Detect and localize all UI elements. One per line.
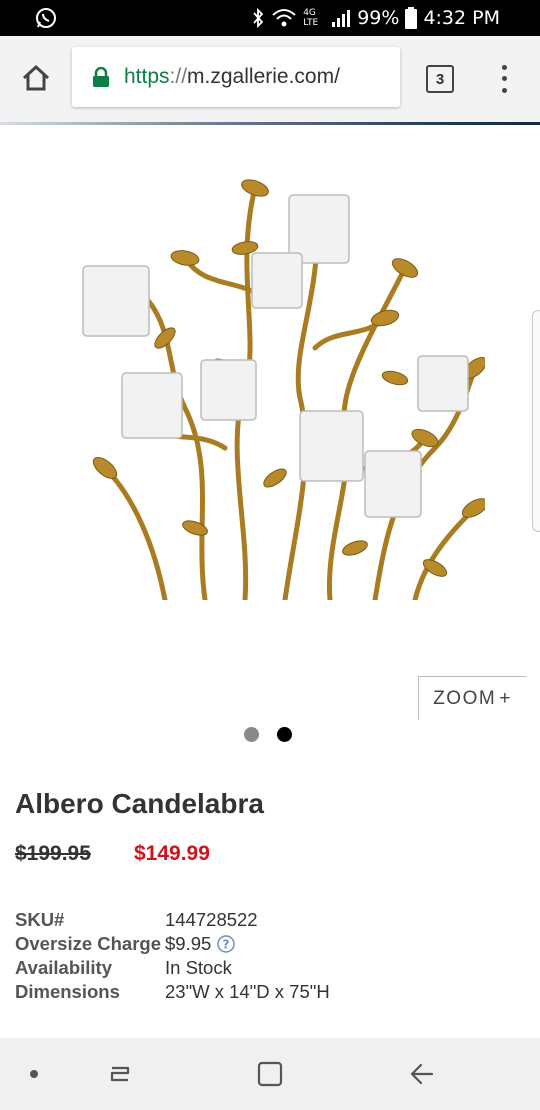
overflow-menu-button[interactable] bbox=[494, 62, 514, 96]
battery-icon bbox=[405, 7, 418, 29]
battery-percent: 99% bbox=[357, 7, 400, 29]
detail-row-dimensions: Dimensions 23"W x 14"D x 75"H bbox=[15, 980, 330, 1004]
back-button[interactable] bbox=[402, 1038, 442, 1110]
site-header-strip bbox=[0, 122, 540, 125]
detail-value: In Stock bbox=[165, 957, 232, 978]
detail-row-oversize: Oversize Charge $9.95 ? bbox=[15, 932, 330, 956]
home-icon bbox=[22, 64, 50, 91]
original-price: $199.95 bbox=[15, 842, 91, 865]
whatsapp-icon bbox=[36, 8, 56, 28]
product-title: Albero Candelabra bbox=[15, 788, 264, 819]
signal-icon bbox=[332, 10, 351, 27]
carousel-dot-2[interactable] bbox=[277, 727, 292, 742]
carousel-dot-1[interactable] bbox=[244, 727, 259, 742]
tab-count: 3 bbox=[435, 70, 445, 88]
menu-dot-icon bbox=[501, 76, 507, 82]
detail-value: 23"W x 14"D x 75"H bbox=[165, 981, 330, 1002]
home-button[interactable] bbox=[18, 60, 54, 96]
product-image[interactable] bbox=[75, 148, 485, 600]
help-icon[interactable]: ? bbox=[217, 935, 236, 953]
zoom-button[interactable]: ZOOM + bbox=[418, 676, 526, 720]
detail-label: SKU# bbox=[15, 909, 65, 930]
browser-toolbar: https://m.zgallerie.com/ 3 bbox=[0, 36, 540, 122]
url-host: m.zgallerie.com/ bbox=[187, 65, 340, 88]
detail-value: 144728522 bbox=[165, 909, 258, 930]
back-icon bbox=[410, 1063, 434, 1085]
detail-label: Oversize Charge bbox=[15, 933, 162, 954]
detail-label: Availability bbox=[15, 957, 112, 978]
home-square-icon bbox=[257, 1061, 283, 1087]
menu-dot-icon bbox=[501, 87, 507, 93]
detail-value: $9.95 bbox=[165, 933, 212, 954]
zoom-plus-icon: + bbox=[499, 687, 512, 709]
status-bar: 4G LTE 99% 4:32 PM bbox=[0, 0, 540, 36]
system-nav-bar bbox=[0, 1038, 540, 1110]
clock: 4:32 PM bbox=[423, 7, 500, 29]
product-details: SKU# 144728522 Oversize Charge $9.95 ? A… bbox=[15, 908, 330, 1004]
url-separator: :// bbox=[169, 65, 188, 88]
side-panel-handle[interactable] bbox=[532, 310, 540, 532]
candle-pillars bbox=[82, 194, 469, 518]
wifi-icon bbox=[272, 9, 296, 27]
detail-value-wrapper: $9.95 ? bbox=[165, 933, 236, 955]
dot-icon bbox=[30, 1070, 38, 1078]
address-bar[interactable]: https://m.zgallerie.com/ bbox=[72, 47, 400, 107]
url-scheme: https bbox=[124, 65, 170, 88]
recents-button[interactable] bbox=[100, 1038, 140, 1110]
sale-price: $149.99 bbox=[134, 842, 210, 865]
nav-dot-button[interactable] bbox=[20, 1038, 48, 1110]
carousel-indicators bbox=[244, 727, 292, 742]
network-type: 4G LTE bbox=[303, 8, 319, 28]
detail-row-sku: SKU# 144728522 bbox=[15, 908, 330, 932]
bluetooth-icon bbox=[253, 7, 264, 29]
detail-label: Dimensions bbox=[15, 981, 120, 1002]
home-nav-button[interactable] bbox=[250, 1038, 290, 1110]
recents-icon bbox=[110, 1066, 130, 1082]
detail-row-availability: Availability In Stock bbox=[15, 956, 330, 980]
lock-icon bbox=[93, 67, 109, 87]
svg-text:?: ? bbox=[223, 938, 230, 952]
menu-dot-icon bbox=[501, 65, 507, 71]
zoom-label: ZOOM bbox=[433, 687, 497, 709]
tab-switcher-button[interactable]: 3 bbox=[426, 65, 454, 93]
